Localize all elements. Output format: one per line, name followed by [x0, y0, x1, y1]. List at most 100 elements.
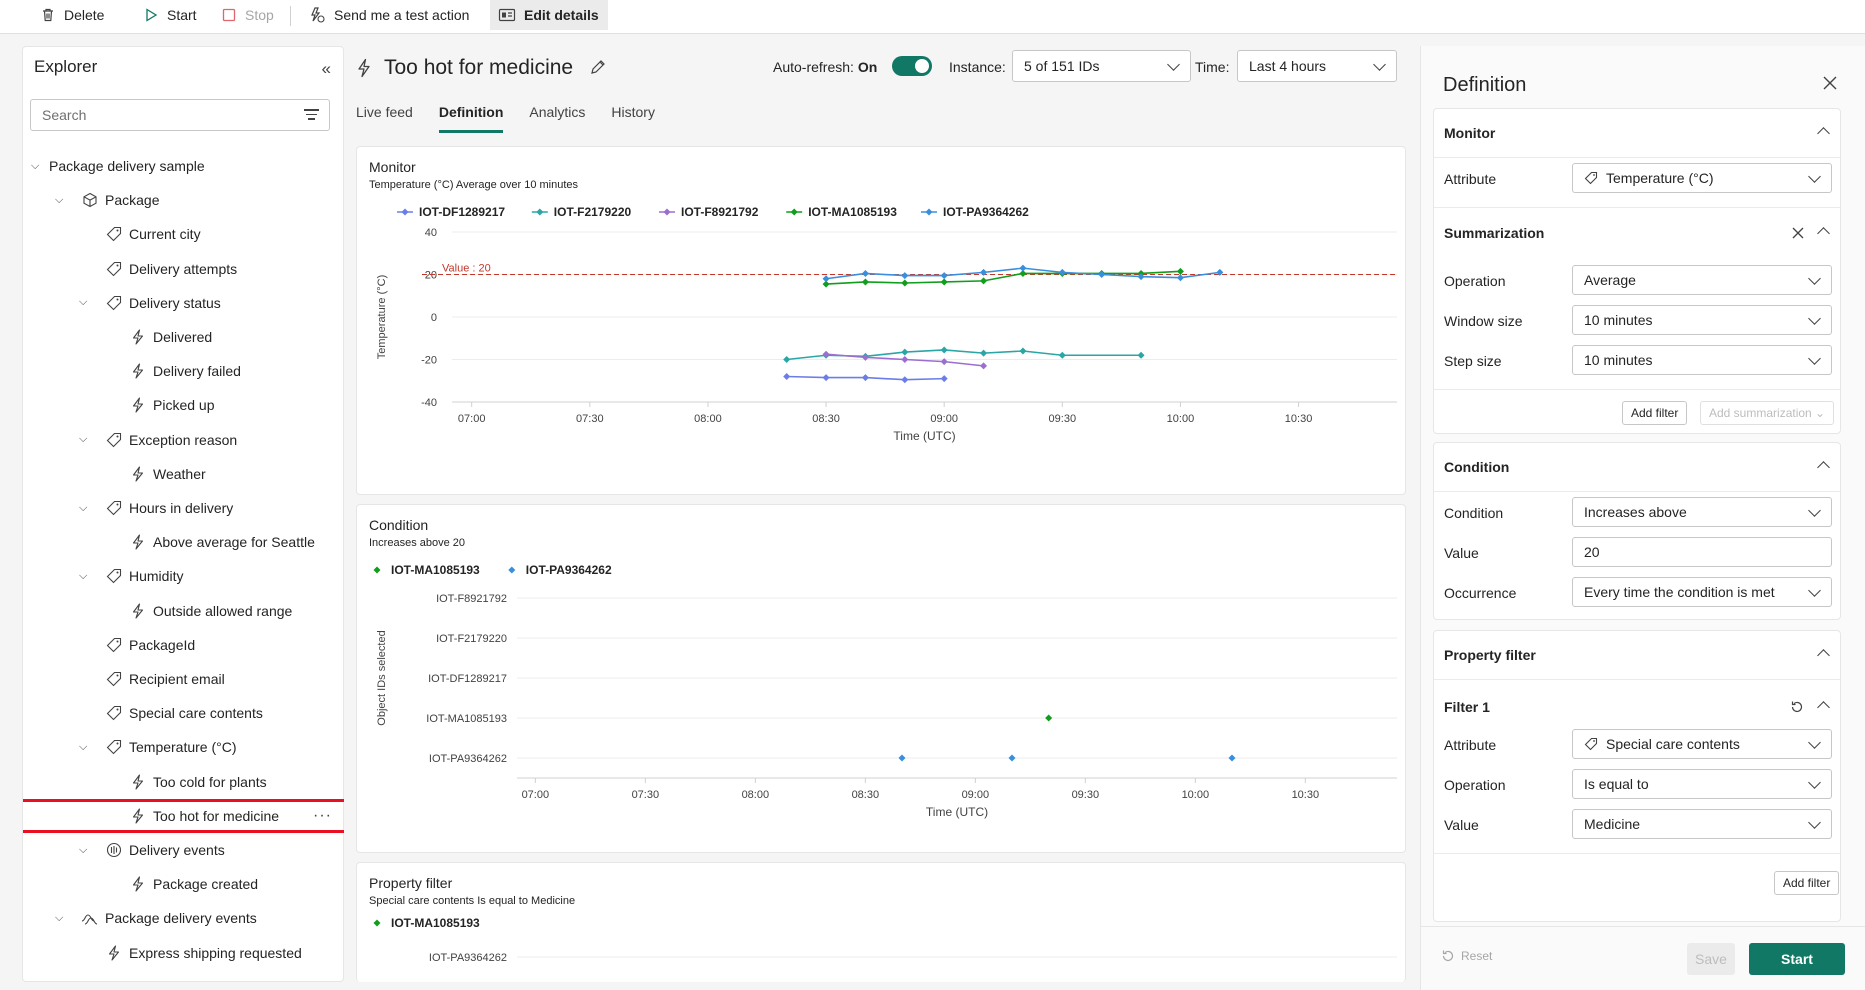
tree-item[interactable]: ⌵ Delivery status [23, 286, 344, 320]
tree-item[interactable]: Weather [23, 457, 344, 491]
tree-item[interactable]: PackageId [23, 628, 344, 662]
tree-item[interactable]: Recipient email [23, 662, 344, 696]
tree-item[interactable]: ⌵ Temperature (°C) [23, 730, 344, 764]
tree-item[interactable]: Express shipping requested [23, 936, 344, 970]
x-tick-label: 07:00 [458, 413, 486, 425]
save-button[interactable]: Save [1687, 943, 1735, 975]
monitor-chart: IOT-DF1289217 IOT-F2179220 IOT-F8921792 IOT… [376, 205, 1397, 443]
tree-item[interactable]: Too cold for plants [23, 765, 344, 799]
add-summarization-button[interactable]: Add summarization ⌄ [1700, 401, 1835, 425]
data-point [980, 277, 988, 285]
reset-filter-icon[interactable] [1790, 700, 1804, 714]
tree-item[interactable]: Current city [23, 217, 344, 251]
series-line [826, 270, 1181, 285]
y-tick-label: IOT-F2179220 [436, 633, 507, 645]
chevron-down-icon[interactable]: ⌵ [79, 296, 87, 309]
add-property-filter-button[interactable]: Add filter [1774, 871, 1840, 895]
edit-details-button[interactable]: Edit details [490, 0, 608, 30]
pencil-icon[interactable] [589, 58, 607, 76]
tab-history[interactable]: History [611, 104, 655, 133]
tree-item[interactable]: ⌵ Hours in delivery [23, 491, 344, 525]
stop-button[interactable]: Stop [213, 0, 282, 30]
tab-live-feed[interactable]: Live feed [356, 104, 413, 133]
start-label: Start [167, 7, 197, 23]
delete-button[interactable]: Delete [32, 0, 112, 30]
auto-refresh-toggle[interactable] [892, 56, 932, 76]
condition-card-title: Condition [369, 517, 429, 533]
tree-item[interactable]: Delivery attempts [23, 252, 344, 286]
monitor-card-subtitle: Temperature (°C) Average over 10 minutes [369, 179, 579, 191]
chevron-down-icon[interactable]: ⌵ [79, 433, 87, 446]
tree-item-label: Package created [153, 876, 259, 893]
tag-icon [105, 704, 123, 722]
more-options-icon[interactable]: ··· [313, 807, 332, 825]
operation-dropdown[interactable]: Average [1572, 265, 1832, 295]
tree-item-label: PackageId [129, 636, 196, 653]
filter-value-dropdown[interactable]: Medicine [1572, 809, 1832, 839]
chevron-down-icon[interactable]: ⌵ [31, 160, 39, 173]
tree-item[interactable]: Outside allowed range [23, 594, 344, 628]
occurrence-dropdown[interactable]: Every time the condition is met [1572, 577, 1832, 607]
chevron-up-icon[interactable] [1817, 461, 1830, 474]
step-size-dropdown[interactable]: 10 minutes [1572, 345, 1832, 375]
add-summarization-label: Add summarization [1709, 406, 1812, 420]
tree-item-label: Delivery status [129, 294, 221, 311]
tree-item-label: Package delivery events [105, 910, 257, 927]
chevron-down-icon[interactable]: ⌵ [79, 741, 87, 754]
filter-1-title: Filter 1 [1444, 699, 1490, 715]
chevron-down-icon[interactable]: ⌵ [79, 502, 87, 515]
tree-item[interactable]: ⌵ Package delivery sample [23, 149, 344, 183]
close-icon[interactable] [1823, 76, 1837, 90]
property-filter-chart: IOT-MA1085193 IOT-PA9364262 [373, 916, 1397, 964]
tree-item[interactable]: Too hot for medicine ··· [23, 798, 344, 833]
data-point [1019, 347, 1027, 355]
filter-attribute-dropdown[interactable]: Special care contents [1572, 729, 1832, 759]
start-definition-button[interactable]: Start [1749, 943, 1845, 975]
divider [1434, 679, 1840, 680]
property-card-title: Property filter [369, 875, 453, 891]
tree-item[interactable]: ⌵ Package delivery events [23, 901, 344, 935]
chevron-up-icon[interactable] [1817, 701, 1830, 714]
add-filter-button[interactable]: Add filter [1622, 401, 1688, 425]
tree-item[interactable]: Package created [23, 867, 344, 901]
x-tick-label: 10:30 [1292, 789, 1320, 801]
tab-analytics[interactable]: Analytics [529, 104, 585, 133]
chevron-up-icon[interactable] [1817, 127, 1830, 140]
tree-item[interactable]: ⌵ Exception reason [23, 423, 344, 457]
remove-icon[interactable] [1792, 227, 1804, 239]
send-test-action-button[interactable]: Send me a test action [300, 0, 477, 30]
instance-dropdown[interactable]: 5 of 151 IDs [1012, 50, 1191, 82]
filter-icon[interactable] [304, 109, 319, 121]
tree-item[interactable]: Picked up [23, 388, 344, 422]
collapse-pane-icon[interactable]: « [322, 59, 331, 79]
tab-definition[interactable]: Definition [438, 104, 504, 133]
attribute-dropdown[interactable]: Temperature (°C) [1572, 163, 1832, 193]
chevron-up-icon[interactable] [1817, 649, 1830, 662]
tree-item[interactable]: Special care contents [23, 696, 344, 730]
stop-label: Stop [245, 7, 274, 23]
instance-label: Instance: [949, 59, 1006, 75]
chevron-down-icon[interactable]: ⌵ [79, 570, 87, 583]
tree-item[interactable]: ⌵ Delivery events [23, 833, 344, 867]
start-button[interactable]: Start [135, 0, 205, 30]
tree-item[interactable]: Delivery failed [23, 354, 344, 388]
tree-item[interactable]: Delivered [23, 320, 344, 354]
tree-item[interactable]: ⌵ Humidity [23, 559, 344, 593]
tree-item-label: Special care contents [129, 705, 263, 722]
chevron-down-icon[interactable]: ⌵ [79, 844, 87, 857]
legend-marker [401, 208, 409, 216]
tree-item[interactable]: Above average for Seattle [23, 525, 344, 559]
search-input[interactable]: Search [30, 99, 330, 131]
reset-button[interactable]: Reset [1441, 949, 1492, 963]
value-input[interactable]: 20 [1572, 537, 1832, 567]
condition-dropdown[interactable]: Increases above [1572, 497, 1832, 527]
chevron-down-icon[interactable]: ⌵ [55, 912, 63, 925]
filter-operation-dropdown[interactable]: Is equal to [1572, 769, 1832, 799]
main-pane: Too hot for medicine Auto-refresh: On In… [344, 46, 1410, 982]
chevron-up-icon[interactable] [1817, 227, 1830, 240]
window-size-dropdown[interactable]: 10 minutes [1572, 305, 1832, 335]
legend-label: IOT-MA1085193 [391, 916, 480, 930]
tree-item[interactable]: ⌵ Package [23, 183, 344, 217]
chevron-down-icon[interactable]: ⌵ [55, 194, 63, 207]
time-range-dropdown[interactable]: Last 4 hours [1237, 50, 1397, 82]
